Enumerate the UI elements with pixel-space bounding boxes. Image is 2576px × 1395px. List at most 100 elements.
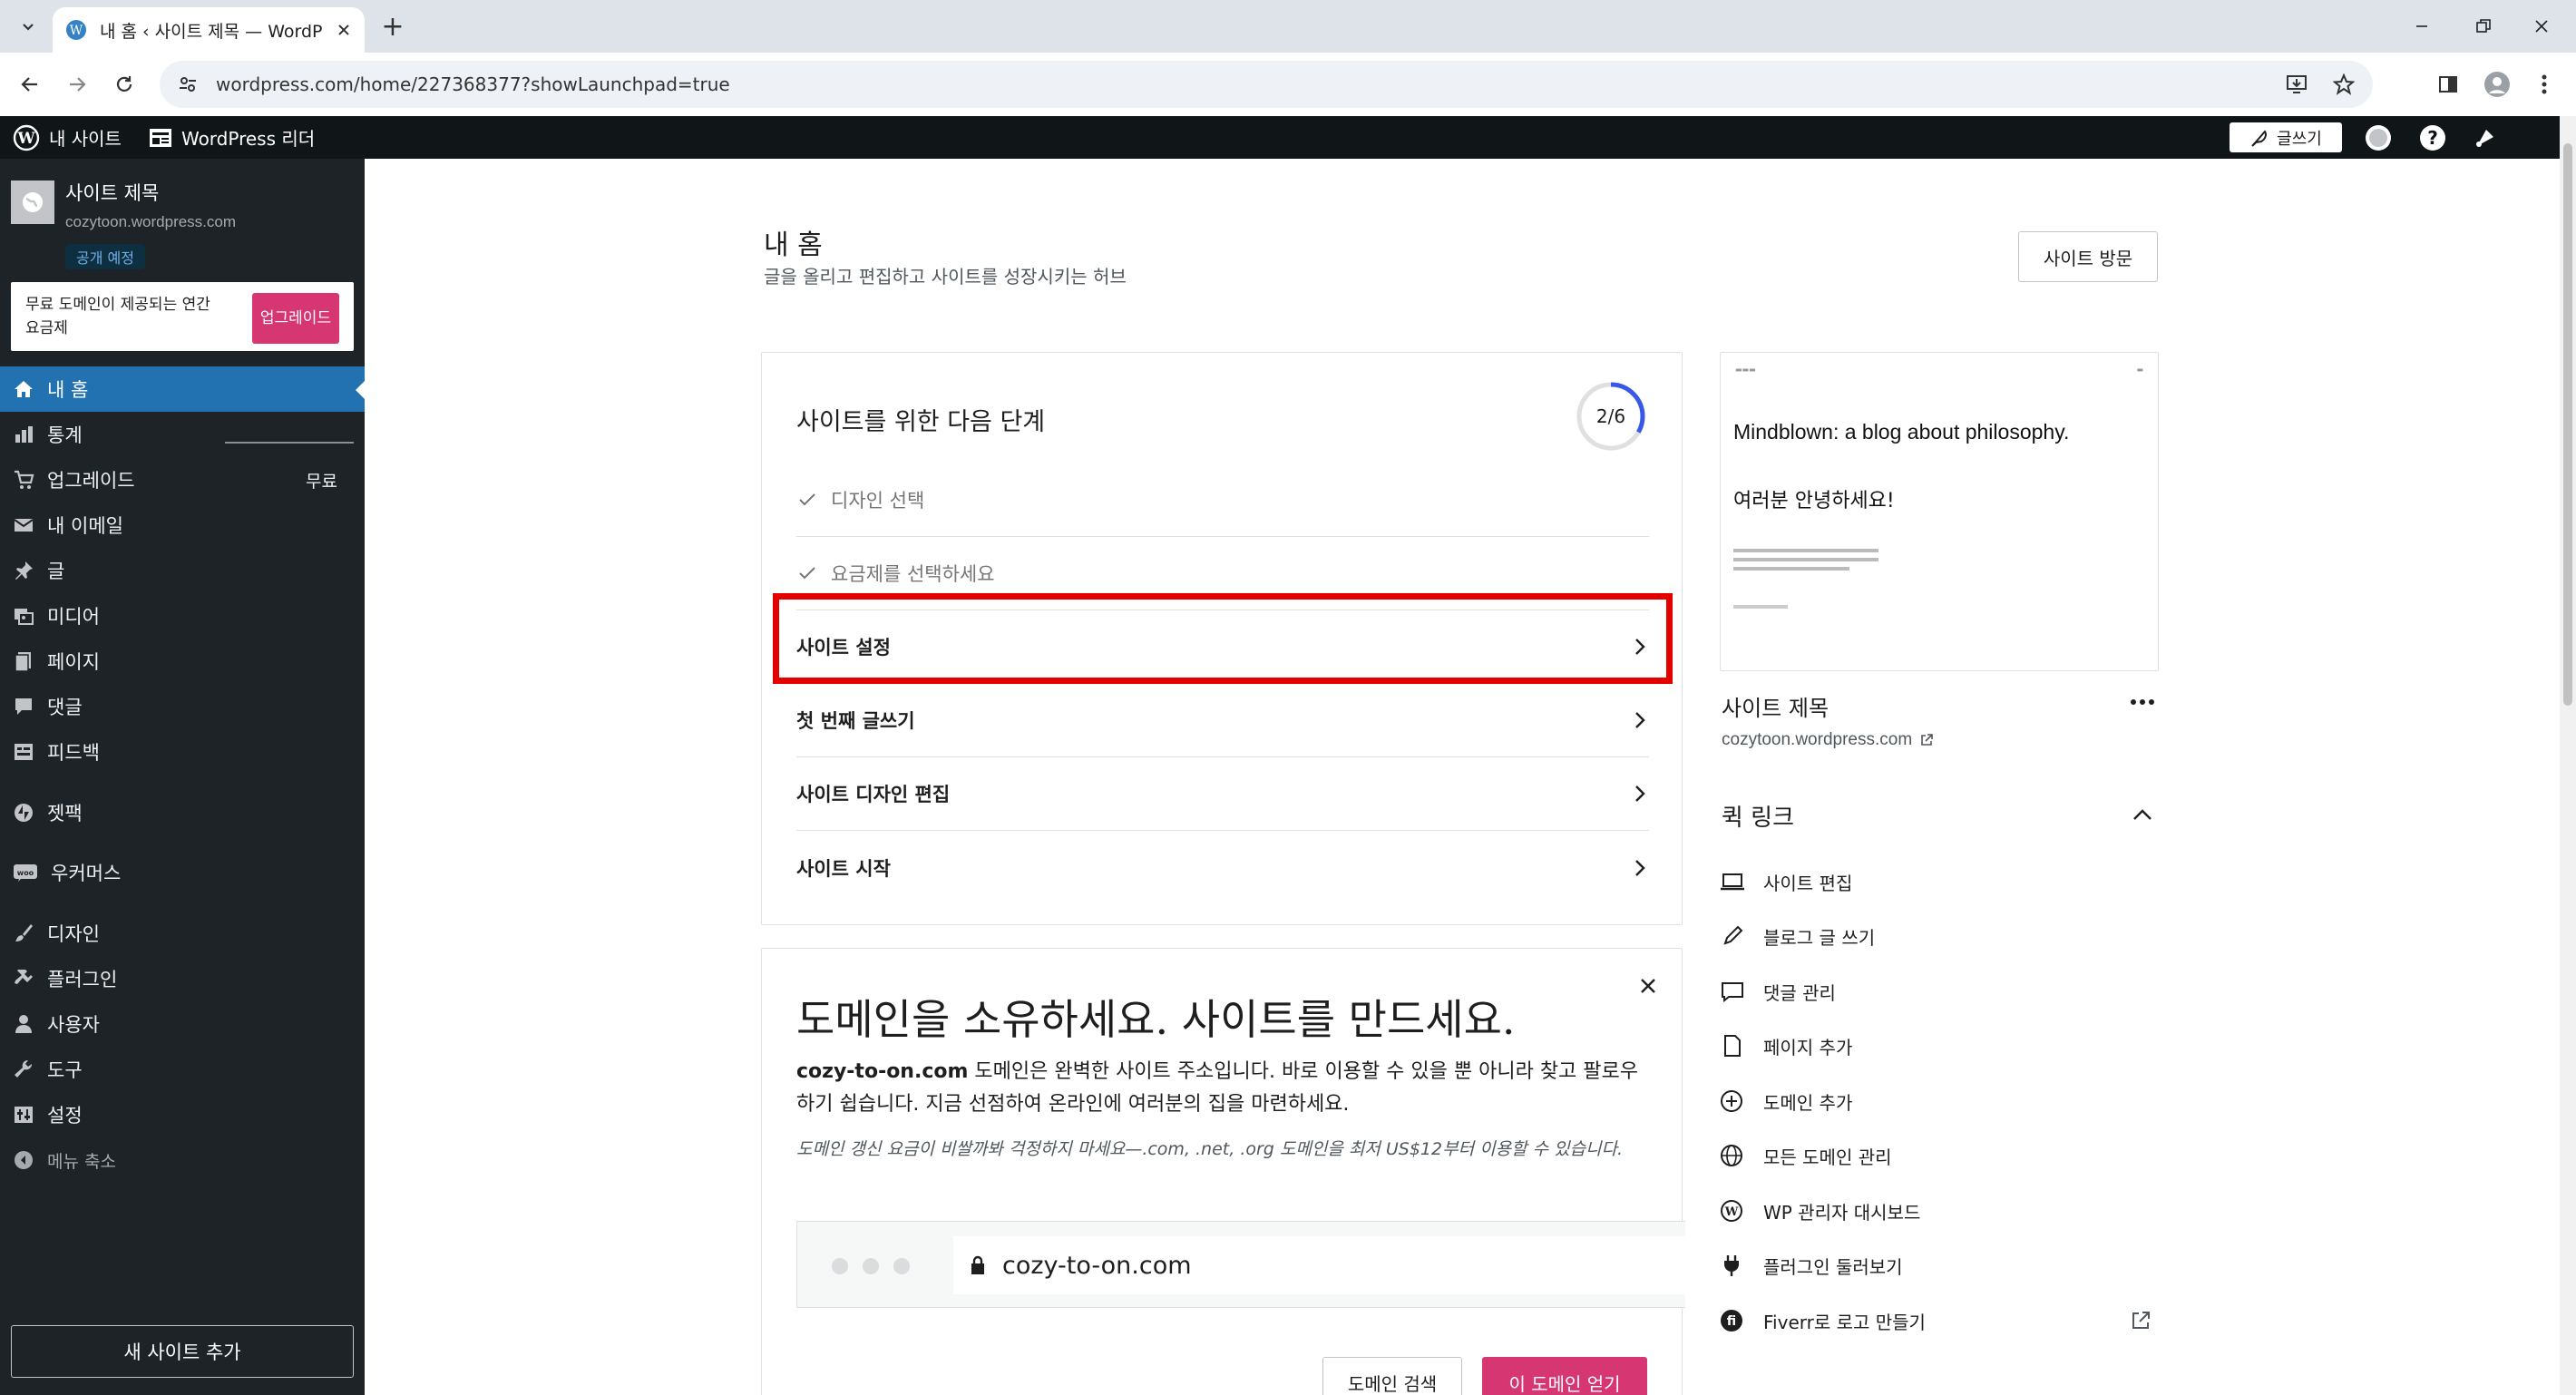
- sidebar-item-plugins[interactable]: 플러그인: [0, 956, 365, 1001]
- page-scrollbar[interactable]: [2560, 116, 2576, 1395]
- address-bar[interactable]: wordpress.com/home/227368377?showLaunchp…: [160, 61, 2373, 108]
- site-card[interactable]: 사이트 제목 cozytoon.wordpress.com 공개 예정: [11, 173, 356, 273]
- external-link-icon: [2132, 1312, 2150, 1329]
- minimize-button[interactable]: [2404, 13, 2440, 40]
- feedback-icon: [15, 744, 33, 760]
- page-subtitle: 글을 올리고 편집하고 사이트를 성장시키는 허브: [764, 266, 1127, 288]
- sidebar-item-label: 메뉴 축소: [47, 1151, 116, 1172]
- profile-button[interactable]: [2480, 67, 2514, 102]
- quick-link-label: 페이지 추가: [1763, 1036, 1853, 1058]
- side-panel-button[interactable]: [2431, 67, 2465, 102]
- back-button[interactable]: [13, 67, 47, 102]
- close-icon: [2535, 20, 2548, 33]
- reload-button[interactable]: [107, 67, 141, 102]
- quick-link-manage-domains[interactable]: 모든 도메인 관리: [1720, 1131, 2159, 1180]
- browser-tab[interactable]: W 내 홈 ‹ 사이트 제목 — WordPress.com: [53, 7, 365, 53]
- task-label: 사이트 시작: [796, 857, 891, 880]
- sidebar-item-home[interactable]: 내 홈: [0, 366, 366, 412]
- arrow-right-icon: [70, 77, 86, 92]
- sidebar-item-upgrades[interactable]: 업그레이드 무료: [0, 457, 365, 502]
- quick-link-manage-comments[interactable]: 댓글 관리: [1720, 967, 2159, 1016]
- close-tab-icon[interactable]: [336, 22, 352, 38]
- sidebar-item-design[interactable]: 디자인: [0, 911, 365, 956]
- bookmark-star-icon[interactable]: [2333, 73, 2355, 95]
- new-tab-button[interactable]: +: [379, 11, 406, 43]
- sidebar-item-label: 통계: [47, 424, 83, 446]
- sidebar-item-jetpack[interactable]: 젯팩: [0, 790, 365, 835]
- quick-links-title: 퀵 링크: [1722, 805, 1795, 832]
- progress-ring: 2/6: [1575, 380, 1647, 453]
- task-item-edit-design[interactable]: 사이트 디자인 편집: [796, 757, 1649, 831]
- site-more-button[interactable]: [2126, 688, 2159, 716]
- more-vertical-icon: [2542, 74, 2547, 94]
- account-avatar[interactable]: [2364, 123, 2393, 152]
- my-sites-link[interactable]: W 내 사이트: [13, 124, 122, 151]
- quick-link-edit-site[interactable]: 사이트 편집: [1720, 857, 2159, 906]
- checkmark-icon: [799, 567, 815, 580]
- url-text: wordpress.com/home/227368377?showLaunchp…: [216, 73, 730, 95]
- settings-icon: [15, 1107, 33, 1123]
- task-item-first-post[interactable]: 첫 번째 글쓰기: [796, 684, 1649, 757]
- site-info-icon[interactable]: [178, 74, 198, 94]
- upgrade-button[interactable]: 업그레이드: [252, 293, 339, 344]
- reader-link[interactable]: WordPress 리더: [149, 124, 315, 151]
- sidebar-item-comments[interactable]: 댓글: [0, 684, 365, 729]
- wordpress-favicon-icon: W: [66, 20, 86, 40]
- write-button[interactable]: 글쓰기: [2230, 122, 2342, 152]
- card-site-url-link[interactable]: cozytoon.wordpress.com: [1722, 730, 1934, 750]
- sidebar-item-users[interactable]: 사용자: [0, 1001, 365, 1047]
- quick-link-fiverr-logo[interactable]: fi Fiverr로 로고 만들기: [1720, 1296, 2159, 1345]
- quick-link-add-page[interactable]: 페이지 추가: [1720, 1021, 2159, 1070]
- media-icon: [15, 609, 34, 625]
- stats-icon: [15, 426, 33, 443]
- quick-links-toggle[interactable]: [2128, 801, 2157, 828]
- chevron-right-icon: [1635, 859, 1645, 876]
- install-app-icon[interactable]: [2286, 73, 2309, 95]
- quick-link-write-post[interactable]: 블로그 글 쓰기: [1720, 912, 2159, 961]
- comment-icon: [15, 698, 32, 715]
- sidebar-item-label: 댓글: [47, 697, 83, 718]
- task-label: 첫 번째 글쓰기: [796, 710, 915, 732]
- quick-link-label: WP 관리자 대시보드: [1763, 1201, 1921, 1224]
- card-site-url: cozytoon.wordpress.com: [1722, 730, 1913, 749]
- get-domain-button[interactable]: 이 도메인 얻기: [1482, 1357, 1647, 1395]
- search-domain-button[interactable]: 도메인 검색: [1322, 1357, 1462, 1395]
- sidebar-item-tools[interactable]: 도구: [0, 1047, 365, 1092]
- plugin-icon: [15, 970, 33, 984]
- sidebar-item-media[interactable]: 미디어: [0, 593, 365, 639]
- quick-link-label: 댓글 관리: [1763, 981, 1836, 1004]
- sidebar-item-settings[interactable]: 설정: [0, 1092, 365, 1137]
- task-item-launch[interactable]: 사이트 시작: [796, 831, 1649, 904]
- chevron-right-icon: [1635, 712, 1645, 728]
- quick-link-explore-plugins[interactable]: 플러그인 둘러보기: [1720, 1241, 2159, 1290]
- help-button[interactable]: ?: [2418, 123, 2447, 152]
- restore-button[interactable]: [2465, 13, 2502, 40]
- site-preview-thumbnail[interactable]: ▬▬▬ ▬ Mindblown: a blog about philosophy…: [1720, 352, 2159, 671]
- sidebar-item-email[interactable]: 내 이메일: [0, 502, 365, 548]
- quick-link-wp-admin[interactable]: W WP 관리자 대시보드: [1720, 1186, 2159, 1235]
- quick-link-add-domain[interactable]: 도메인 추가: [1720, 1077, 2159, 1126]
- feather-icon: [2251, 129, 2268, 147]
- notifications-button[interactable]: [2471, 123, 2500, 152]
- sidebar-item-stats[interactable]: 통계: [0, 412, 365, 457]
- free-badge: 무료: [306, 471, 337, 492]
- forward-button[interactable]: [60, 67, 94, 102]
- dismiss-button[interactable]: [1634, 972, 1662, 1000]
- sidebar-item-woocommerce[interactable]: woo 우커머스: [0, 850, 365, 895]
- domain-note: 도메인 갱신 요금이 비쌀까봐 걱정하지 마세요—.com, .net, .or…: [796, 1139, 1624, 1159]
- more-horizontal-icon: [2131, 699, 2154, 705]
- collapse-menu-button[interactable]: 메뉴 축소: [0, 1137, 365, 1183]
- tab-search-button[interactable]: [13, 11, 44, 42]
- sidebar-item-pages[interactable]: 페이지: [0, 639, 365, 684]
- add-new-site-button[interactable]: 새 사이트 추가: [11, 1325, 354, 1378]
- browser-menu-button[interactable]: [2527, 67, 2561, 102]
- scrollbar-thumb[interactable]: [2563, 143, 2572, 706]
- close-window-button[interactable]: [2523, 13, 2560, 40]
- svg-text:?: ?: [2427, 127, 2438, 149]
- sidebar-item-posts[interactable]: 글: [0, 548, 365, 593]
- sidebar-item-label: 플러그인: [47, 969, 118, 990]
- sidebar-item-label: 페이지: [47, 651, 100, 673]
- plus-circle-icon: [1721, 1090, 1742, 1112]
- visit-site-button[interactable]: 사이트 방문: [2018, 231, 2158, 282]
- sidebar-item-feedback[interactable]: 피드백: [0, 729, 365, 775]
